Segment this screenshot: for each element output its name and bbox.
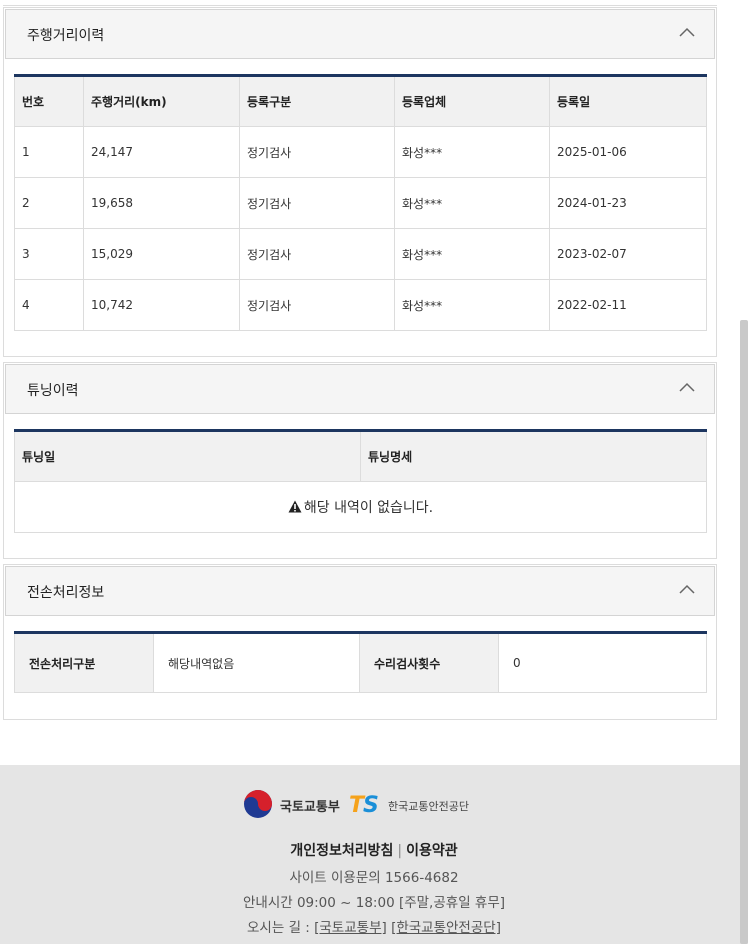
row-number: 3 [14, 228, 84, 280]
table-row: 4 10,742 정기검사 화성*** 2022-02-11 [14, 279, 707, 331]
privacy-policy-link[interactable]: 개인정보처리방침 [290, 843, 393, 859]
tuning-history-panel: 튜닝이력 튜닝일 튜닝명세 해당 내역이 없습니다. [3, 362, 717, 559]
footer-logos: 국토교통부 TS 한국교통안전공단 [243, 789, 503, 821]
table-row: 해당 내역이 없습니다. [14, 481, 707, 533]
table-row: 3 15,029 정기검사 화성*** 2023-02-07 [14, 228, 707, 280]
repair-inspection-count-value: 0 [498, 632, 707, 693]
row-reg-date: 2023-02-07 [549, 228, 707, 280]
ministry-emblem-icon [244, 790, 272, 818]
support-hours: 안내시간 09:00 ~ 18:00 [주말,공휴일 휴무] [242, 895, 506, 911]
row-reg-type: 정기검사 [239, 228, 395, 280]
total-loss-panel: 전손처리정보 전손처리구분 해당내역없음 수리검사횟수 0 [3, 564, 717, 720]
table-header-row: 튜닝일 튜닝명세 [14, 430, 707, 482]
row-reg-company: 화성*** [394, 228, 550, 280]
empty-message-cell: 해당 내역이 없습니다. [14, 481, 707, 533]
table-row: 2 19,658 정기검사 화성*** 2024-01-23 [14, 177, 707, 229]
row-number: 4 [14, 279, 84, 331]
table-row: 1 24,147 정기검사 화성*** 2025-01-06 [14, 126, 707, 178]
directions-label: 오시는 길 : [247, 920, 315, 936]
row-reg-date: 2025-01-06 [549, 126, 707, 178]
mileage-history-panel: 주행거리이력 번호 주행거리(km) 등록구분 등록업체 등록일 1 24,14… [3, 7, 717, 357]
previous-section-edge [3, 0, 717, 6]
row-reg-type: 정기검사 [239, 279, 395, 331]
row-mileage: 10,742 [83, 279, 240, 331]
row-reg-type: 정기검사 [239, 177, 395, 229]
row-mileage: 19,658 [83, 177, 240, 229]
site-footer: 국토교통부 TS 한국교통안전공단 개인정보처리방침 | 이용약관 사이트 이용문의… [0, 765, 748, 944]
row-number: 1 [14, 126, 84, 178]
mileage-history-title: 주행거리이력 [27, 28, 105, 44]
ministry-name: 국토교통부 [280, 800, 340, 815]
chevron-up-icon[interactable] [679, 381, 695, 393]
scrollbar[interactable] [740, 320, 748, 944]
directions-link-agency[interactable]: [한국교통안전공단] [391, 920, 501, 936]
repair-inspection-count-label: 수리검사횟수 [359, 632, 499, 693]
chevron-up-icon[interactable] [679, 583, 695, 595]
total-loss-title: 전손처리정보 [27, 585, 105, 601]
directions: 오시는 길 : [국토교통부] [한국교통안전공단] [0, 916, 748, 936]
column-header-reg-type: 등록구분 [239, 75, 395, 127]
row-reg-type: 정기검사 [239, 126, 395, 178]
row-reg-company: 화성*** [394, 177, 550, 229]
table-header-row: 번호 주행거리(km) 등록구분 등록업체 등록일 [14, 75, 707, 127]
row-reg-date: 2022-02-11 [549, 279, 707, 331]
mileage-history-table: 번호 주행거리(km) 등록구분 등록업체 등록일 1 24,147 정기검사 … [14, 74, 707, 331]
footer-separator: | [397, 843, 403, 859]
tuning-history-title: 튜닝이력 [27, 383, 79, 399]
row-mileage: 24,147 [83, 126, 240, 178]
column-header-mileage: 주행거리(km) [83, 75, 240, 127]
row-reg-company: 화성*** [394, 126, 550, 178]
ts-logo: TS [349, 793, 379, 818]
total-loss-type-label: 전손처리구분 [14, 632, 154, 693]
row-reg-company: 화성*** [394, 279, 550, 331]
column-header-number: 번호 [14, 75, 84, 127]
tuning-history-table: 튜닝일 튜닝명세 해당 내역이 없습니다. [14, 429, 707, 533]
page: 주행거리이력 번호 주행거리(km) 등록구분 등록업체 등록일 1 24,14… [0, 0, 748, 944]
table-row: 전손처리구분 해당내역없음 수리검사횟수 0 [14, 632, 707, 693]
total-loss-header[interactable]: 전손처리정보 [5, 566, 715, 616]
footer-links: 개인정보처리방침 | 이용약관 [0, 840, 748, 860]
column-header-tuning-detail: 튜닝명세 [360, 430, 707, 482]
mileage-history-header[interactable]: 주행거리이력 [5, 9, 715, 59]
warning-icon [288, 500, 302, 513]
agency-name: 한국교통안전공단 [388, 800, 469, 813]
row-reg-date: 2024-01-23 [549, 177, 707, 229]
tuning-history-header[interactable]: 튜닝이력 [5, 364, 715, 414]
row-number: 2 [14, 177, 84, 229]
total-loss-type-value: 해당내역없음 [153, 632, 360, 693]
row-mileage: 15,029 [83, 228, 240, 280]
terms-of-use-link[interactable]: 이용약관 [406, 843, 458, 859]
directions-link-ministry[interactable]: [국토교통부] [314, 920, 387, 936]
column-header-tuning-date: 튜닝일 [14, 430, 361, 482]
support-phone: 사이트 이용문의 1566-4682 [289, 870, 459, 886]
chevron-up-icon[interactable] [679, 26, 695, 38]
column-header-reg-date: 등록일 [549, 75, 707, 127]
empty-message: 해당 내역이 없습니다. [303, 500, 434, 516]
total-loss-table: 전손처리구분 해당내역없음 수리검사횟수 0 [14, 631, 707, 693]
column-header-reg-company: 등록업체 [394, 75, 550, 127]
